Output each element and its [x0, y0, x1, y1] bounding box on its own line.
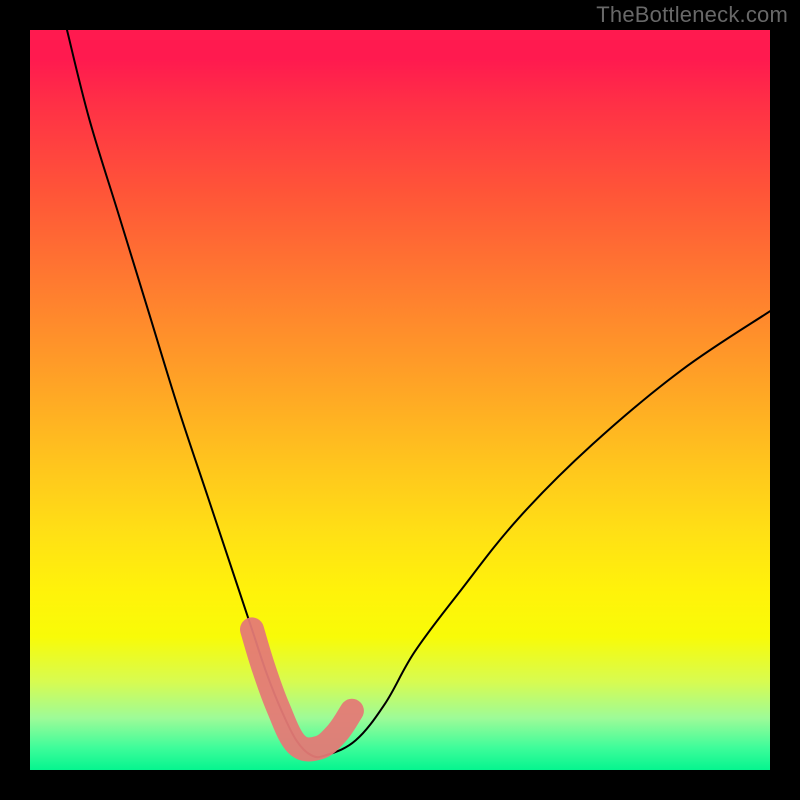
- bottleneck-curve: [67, 30, 770, 757]
- curve-svg: [30, 30, 770, 770]
- watermark-text: TheBottleneck.com: [596, 2, 788, 28]
- plot-area: [30, 30, 770, 770]
- chart-frame: TheBottleneck.com: [0, 0, 800, 800]
- highlight-markers: [252, 629, 352, 749]
